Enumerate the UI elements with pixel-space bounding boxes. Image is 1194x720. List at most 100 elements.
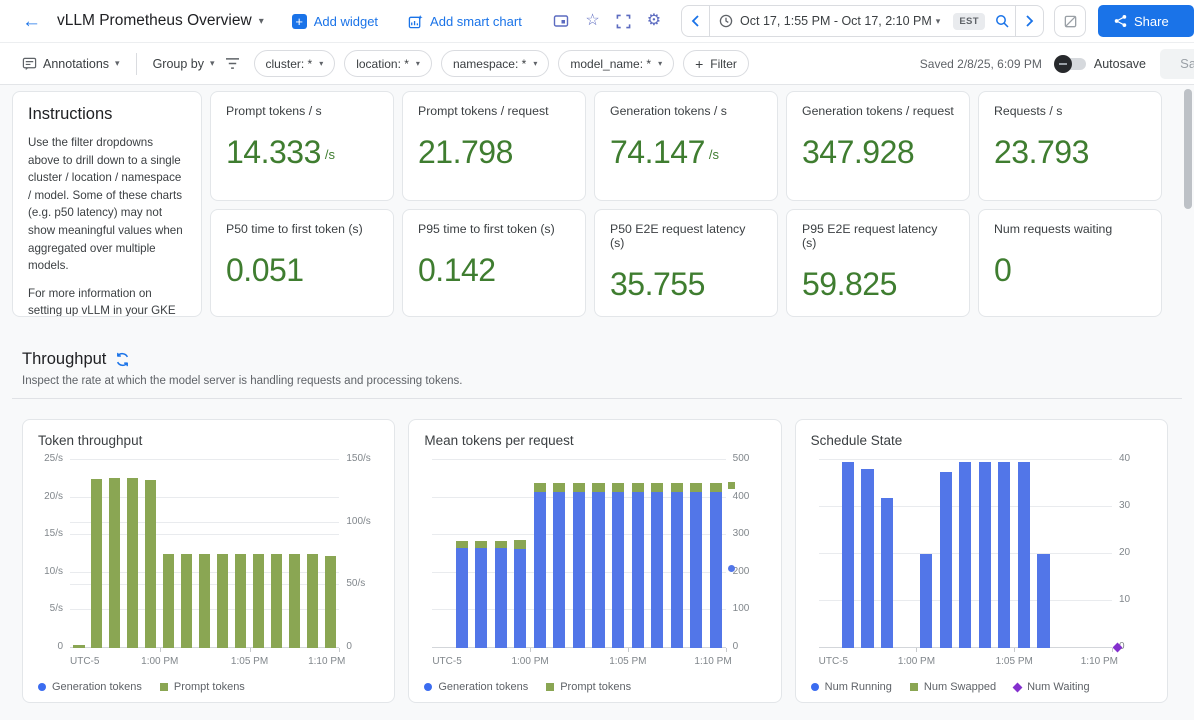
- x-axis-tickmark: [726, 648, 727, 652]
- group-by-button[interactable]: Group by ▾: [147, 53, 221, 75]
- y-axis-tick-label: 300: [733, 529, 750, 539]
- x-axis-tick-label: 1:05 PM: [609, 656, 646, 667]
- sync-icon[interactable]: [115, 352, 130, 367]
- fullscreen-icon[interactable]: [608, 11, 639, 32]
- instructions-paragraph-2: For more information on setting up vLLM …: [28, 285, 186, 317]
- legend-item-prompt-tokens[interactable]: Prompt tokens: [546, 681, 631, 693]
- scorecard-label: P95 E2E request latency (s): [802, 222, 954, 250]
- add-smart-chart-button[interactable]: Add smart chart: [406, 10, 524, 33]
- x-axis-tickmark: [1014, 648, 1015, 652]
- x-axis-tick-label: 1:00 PM: [141, 656, 178, 667]
- legend-item-num-swapped[interactable]: Num Swapped: [910, 681, 996, 693]
- star-icon[interactable]: ☆: [577, 10, 607, 32]
- time-next-button[interactable]: [1016, 6, 1043, 36]
- y-axis-tick-label: 30: [1119, 501, 1130, 511]
- bar-num-running: [861, 469, 873, 648]
- time-range-selector[interactable]: Oct 17, 1:55 PM - Oct 17, 2:10 PM ▾: [710, 6, 949, 36]
- bar-generation-tokens: [456, 548, 468, 648]
- legend-item-num-waiting[interactable]: Num Waiting: [1014, 681, 1090, 693]
- time-prev-button[interactable]: [682, 6, 709, 36]
- bar-prompt-tokens: [553, 483, 565, 492]
- add-widget-button[interactable]: + Add widget: [290, 10, 380, 33]
- y-axis-tick-label: 15/s: [44, 529, 63, 539]
- legend-item-generation-tokens[interactable]: Generation tokens: [424, 681, 528, 693]
- scorecard-value: 0.142: [418, 252, 496, 289]
- legend-circle-marker: [38, 683, 46, 691]
- scorecard-value: 59.825: [802, 266, 897, 303]
- x-axis-tick-label: 1:10 PM: [308, 656, 345, 667]
- legend-item-generation-tokens[interactable]: Generation tokens: [38, 681, 142, 693]
- top-app-bar: ← vLLM Prometheus Overview ▾ + Add widge…: [0, 0, 1194, 43]
- timezone-axis-label: UTC-5: [819, 656, 848, 667]
- filter-chip-location[interactable]: location: *▾: [344, 50, 432, 77]
- chip-caret-icon: ▾: [658, 59, 662, 68]
- add-filter-chip[interactable]: +Filter: [683, 50, 749, 77]
- annotations-button[interactable]: Annotations ▾: [16, 52, 126, 75]
- chart-plot-area[interactable]: 403020100: [819, 460, 1112, 648]
- instructions-title: Instructions: [28, 105, 186, 124]
- autosave-toggle[interactable]: [1056, 58, 1086, 70]
- y-axis-tick-label: 0: [733, 642, 739, 652]
- back-button[interactable]: ←: [16, 12, 47, 31]
- y-axis-tick-label: 0: [57, 642, 63, 652]
- x-axis-tickmark: [916, 648, 917, 652]
- chart-x-axis: UTC-51:00 PM1:05 PM1:10 PM: [70, 656, 339, 669]
- time-range-caret-icon: ▾: [936, 16, 941, 27]
- chart-plot-area[interactable]: 5004003002001000: [432, 460, 725, 648]
- bar-generation-tokens: [592, 492, 604, 648]
- scorecard-label: Prompt tokens / s: [226, 104, 378, 118]
- share-icon: [1114, 14, 1127, 28]
- bar-prompt-tokens: [163, 554, 174, 648]
- scrollbar-thumb[interactable]: [1184, 89, 1192, 209]
- chart-title: Mean tokens per request: [424, 433, 765, 448]
- legend-square-marker: [546, 683, 554, 691]
- time-search-button[interactable]: [989, 6, 1015, 36]
- filter-chip-model-name[interactable]: model_name: *▾: [558, 50, 674, 77]
- x-axis-tickmark: [530, 648, 531, 652]
- save-button[interactable]: Save: [1160, 49, 1194, 79]
- chart-legend: Generation tokens Prompt tokens: [424, 681, 765, 693]
- tv-mode-icon[interactable]: [545, 10, 577, 32]
- y-axis-tick-label: 400: [733, 492, 750, 502]
- bar-generation-tokens: [651, 492, 663, 648]
- scorecard-p50-e2e-request-latency-s: P50 E2E request latency (s)35.755: [594, 209, 778, 317]
- scorecard-unit: /s: [325, 147, 335, 162]
- scorecard-prompt-tokens-s: Prompt tokens / s14.333/s: [210, 91, 394, 201]
- filter-chip-namespace[interactable]: namespace: *▾: [441, 50, 549, 77]
- bar-prompt-tokens: [289, 554, 300, 648]
- title-dropdown-icon[interactable]: ▾: [259, 16, 264, 27]
- chip-caret-icon: ▾: [319, 59, 323, 68]
- share-button[interactable]: Share: [1098, 5, 1194, 37]
- chart-plot-area[interactable]: 25/s20/s15/s10/s5/s0150/s100/s50/s0: [70, 460, 339, 648]
- y-axis-tick-label: 20: [1119, 548, 1130, 558]
- legend-square-marker: [910, 683, 918, 691]
- bar-prompt-tokens: [456, 541, 468, 549]
- legend-square-marker: [160, 683, 168, 691]
- legend-item-prompt-tokens[interactable]: Prompt tokens: [160, 681, 245, 693]
- legend-circle-marker: [424, 683, 432, 691]
- bar-prompt-tokens: [325, 556, 336, 648]
- settings-gear-icon[interactable]: ⚙: [639, 10, 669, 32]
- bar-prompt-tokens: [73, 645, 84, 648]
- legend-item-num-running[interactable]: Num Running: [811, 681, 892, 693]
- bar-num-running: [920, 554, 932, 648]
- bar-prompt-tokens: [612, 483, 624, 492]
- toolbar-divider: [136, 53, 137, 75]
- instructions-card: Instructions Use the filter dropdowns ab…: [12, 91, 202, 317]
- annotations-caret-icon: ▾: [115, 58, 120, 69]
- scorecard-requests-s: Requests / s23.793: [978, 91, 1162, 201]
- filter-chip-cluster[interactable]: cluster: *▾: [254, 50, 336, 77]
- section-subtitle: Inspect the rate at which the model serv…: [22, 375, 1182, 387]
- bar-prompt-tokens: [199, 554, 210, 648]
- chart-x-axis: UTC-51:00 PM1:05 PM1:10 PM: [432, 656, 725, 669]
- auto-refresh-off-button[interactable]: [1054, 5, 1086, 37]
- y-axis-tick-label: 200: [733, 567, 750, 577]
- chip-caret-icon: ▾: [533, 59, 537, 68]
- x-axis-tick-label: 1:00 PM: [898, 656, 935, 667]
- bar-generation-tokens: [573, 492, 585, 648]
- bar-generation-tokens: [553, 492, 565, 648]
- scorecard-p95-time-to-first-token-s: P95 time to first token (s)0.142: [402, 209, 586, 317]
- y-axis-tick-label: 500: [733, 454, 750, 464]
- filter-list-icon[interactable]: [221, 53, 244, 74]
- chart-token-throughput: Token throughput 25/s20/s15/s10/s5/s0150…: [22, 419, 395, 703]
